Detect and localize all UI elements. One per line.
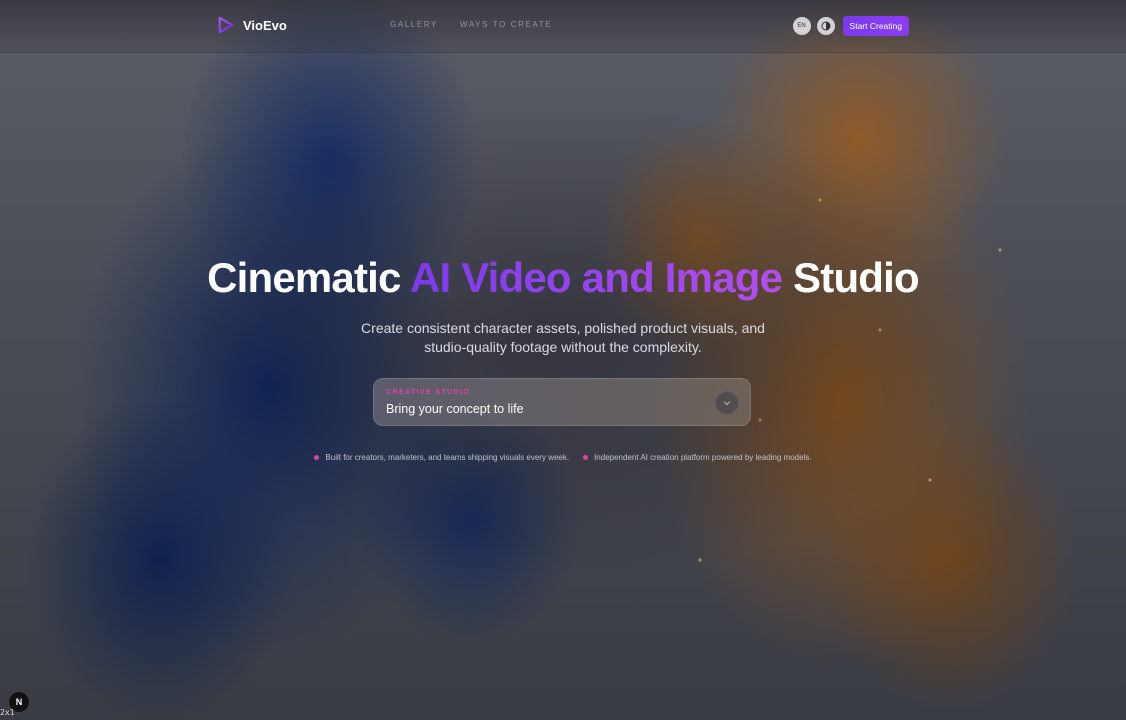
- background-shade: [0, 0, 1126, 720]
- hero-background: VioEvo GALLERY WAYS TO CREATE EN Start C…: [0, 0, 1126, 720]
- bullet-dot-icon: [314, 455, 320, 460]
- site-header: VioEvo GALLERY WAYS TO CREATE EN Start C…: [0, 0, 1126, 53]
- hero-title: Cinematic AI Video and Image Studio: [0, 254, 1126, 302]
- chevron-down-button[interactable]: [715, 391, 739, 415]
- brand-logo[interactable]: VioEvo: [217, 16, 287, 34]
- zoom-label: 2x1: [0, 708, 15, 717]
- hero-title-end: Studio: [782, 254, 920, 301]
- hero-subtitle: Create consistent character assets, poli…: [361, 320, 765, 355]
- feature-bullet: Independent AI creation platform powered…: [583, 453, 812, 462]
- feature-bullet-text: Built for creators, marketers, and teams…: [325, 453, 570, 462]
- nav-ways-to-create[interactable]: WAYS TO CREATE: [460, 20, 552, 29]
- feature-bullet-text: Independent AI creation platform powered…: [594, 453, 812, 462]
- language-button[interactable]: EN: [792, 17, 811, 35]
- brand-name: VioEvo: [243, 17, 287, 33]
- hero-title-start: Cinematic: [207, 254, 410, 301]
- background-specks: [0, 0, 1126, 720]
- chevron-down-icon: [724, 401, 730, 406]
- feature-bullet: Built for creators, marketers, and teams…: [314, 453, 569, 462]
- prompt-label: CREATIVE STUDIO: [386, 389, 471, 396]
- hero-title-accent: AI Video and Image: [409, 254, 783, 301]
- prompt-value: Bring your concept to life: [386, 402, 524, 416]
- header-actions: EN Start Creating: [792, 16, 909, 36]
- main-nav: GALLERY WAYS TO CREATE: [390, 20, 552, 29]
- nav-gallery[interactable]: GALLERY: [390, 20, 438, 29]
- creative-studio-selector[interactable]: CREATIVE STUDIO Bring your concept to li…: [373, 378, 751, 426]
- start-creating-button[interactable]: Start Creating: [842, 16, 909, 36]
- theme-toggle-button[interactable]: [816, 17, 835, 35]
- contrast-icon: [821, 21, 831, 31]
- bullet-dot-icon: [583, 455, 589, 460]
- play-logo-icon: [218, 16, 234, 34]
- feature-bullets: Built for creators, marketers, and teams…: [0, 453, 1126, 462]
